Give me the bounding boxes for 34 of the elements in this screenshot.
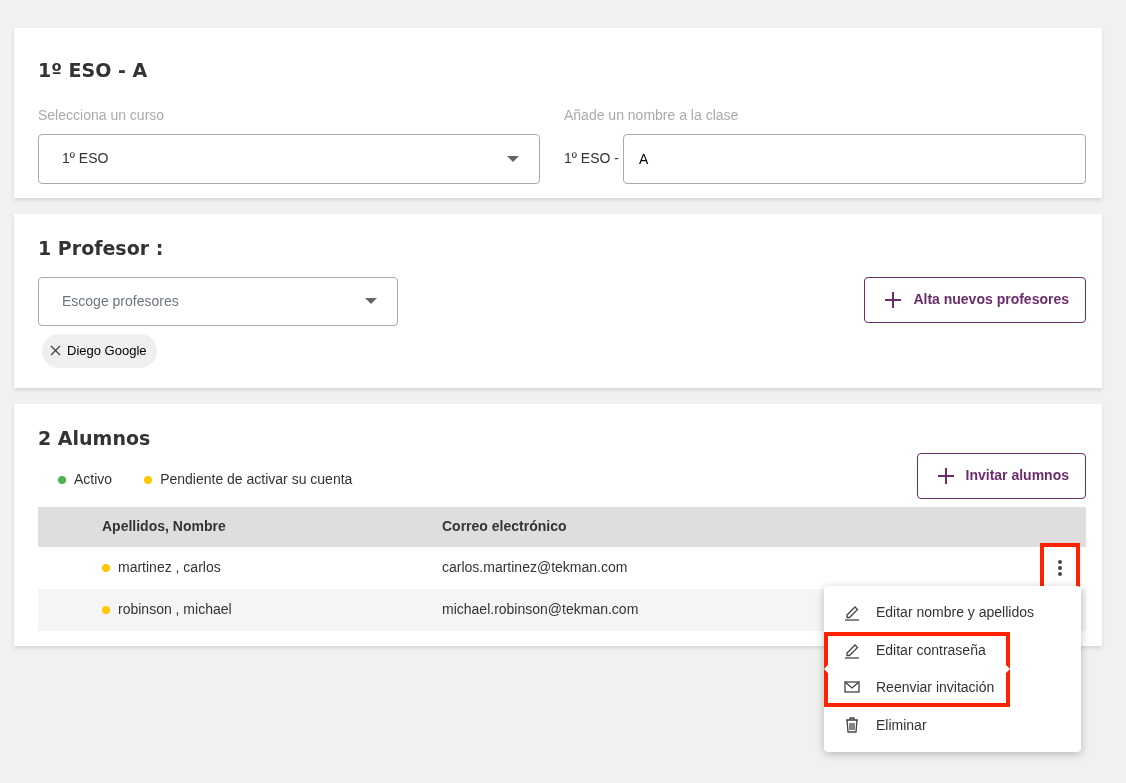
menu-item[interactable]: Editar nombre y apellidos	[824, 594, 1048, 632]
select-placeholder: Escoge profesores	[62, 291, 179, 311]
menu-item[interactable]: Editar contraseña	[824, 631, 1010, 669]
add-teachers-button[interactable]: Alta nuevos profesores	[864, 276, 1086, 323]
trash-icon	[844, 716, 860, 734]
plus-icon	[937, 467, 954, 484]
more-vertical-icon	[1058, 560, 1062, 576]
student-name: martinez , carlos	[118, 558, 221, 577]
name-prefix: 1º ESO -	[564, 149, 619, 168]
dropdown-caret-icon	[365, 298, 377, 304]
legend-label: Pendiente de activar su cuenta	[160, 470, 353, 489]
legend-label: Activo	[74, 470, 113, 489]
column-header: Correo electrónico	[442, 517, 567, 536]
student-email: carlos.martinez@tekman.com	[442, 558, 628, 577]
teacher-select[interactable]: Escoge profesores	[38, 276, 398, 326]
student-name: robinson , michael	[118, 600, 232, 619]
plus-icon	[885, 291, 902, 308]
course-select[interactable]: 1º ESO	[38, 133, 540, 184]
student-email: michael.robinson@tekman.com	[442, 600, 639, 619]
field-label: Selecciona un curso	[38, 105, 165, 125]
teachers-title: 1 Profesor :	[38, 236, 164, 261]
teacher-chip[interactable]: Diego Google	[42, 333, 157, 368]
select-value: 1º ESO	[62, 149, 109, 168]
class-name-field[interactable]: A	[622, 133, 1086, 184]
menu-item[interactable]: Eliminar	[824, 706, 1010, 744]
invite-students-button[interactable]: Invitar alumnos	[916, 452, 1086, 499]
column-header: Apellidos, Nombre	[102, 517, 227, 536]
pencil-icon	[844, 604, 860, 622]
students-title: 2 Alumnos	[38, 426, 151, 451]
menu-item[interactable]: Reenviar invitación	[824, 669, 1010, 707]
close-icon	[50, 345, 61, 356]
class-title: 1º ESO - A	[38, 58, 148, 83]
field-label: Añade un nombre a la clase	[564, 105, 739, 125]
dropdown-caret-icon	[507, 155, 519, 162]
